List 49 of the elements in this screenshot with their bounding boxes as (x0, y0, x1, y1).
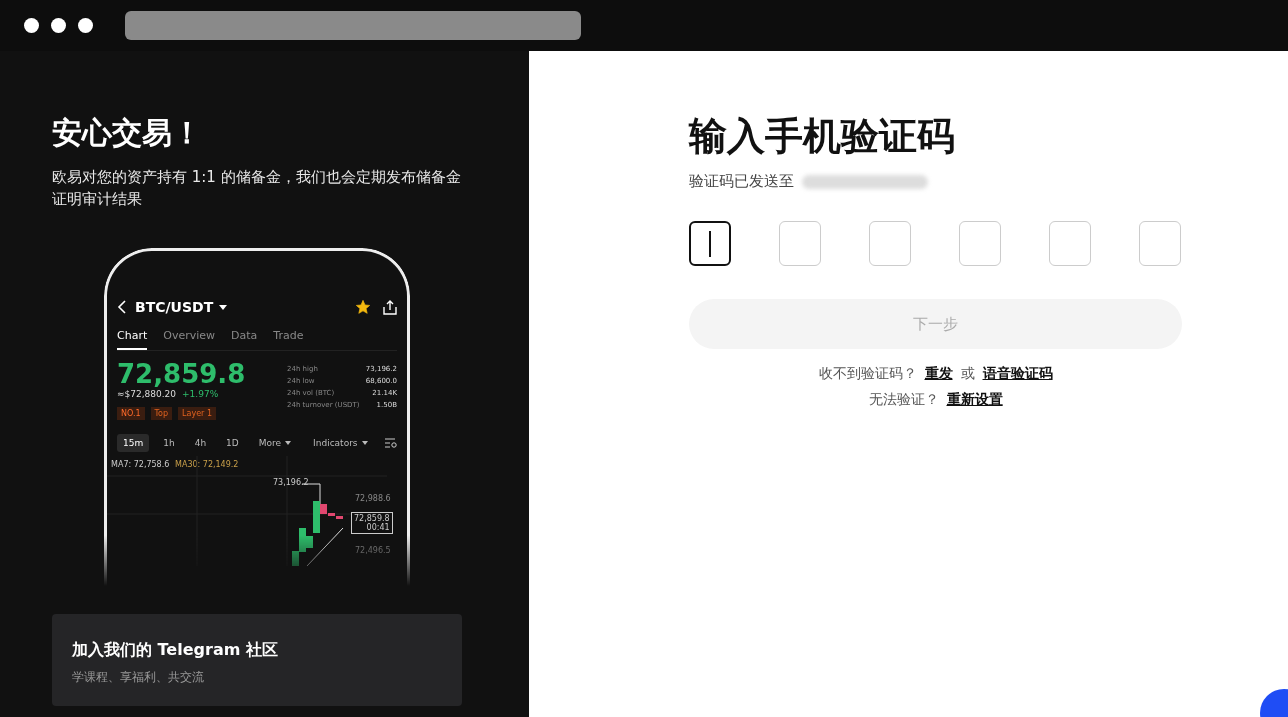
promo-text: 欧易对您的资产持有 1:1 的储备金，我们也会定期发布储备金证明审计结果 (52, 167, 462, 210)
share-icon[interactable] (383, 299, 397, 315)
interval-tab[interactable]: 15m (117, 434, 150, 452)
interval-tab[interactable]: 1D (220, 434, 245, 452)
reset-link[interactable]: 重新设置 (946, 391, 1003, 409)
caret-icon[interactable] (285, 441, 292, 445)
help-text: 收不到验证码？ (818, 365, 917, 383)
code-input[interactable] (689, 221, 731, 266)
promo-title: 安心交易！ (52, 114, 203, 152)
ma7-label: MA7: 72,758.6 (111, 460, 170, 469)
axis-label: 72,496.5 (355, 546, 391, 555)
more-menu[interactable]: More (258, 438, 282, 448)
window-dot[interactable] (24, 18, 39, 33)
high-label: 73,196.2 (273, 478, 309, 487)
price-change: +1.97% (182, 389, 219, 399)
indicators-menu[interactable]: Indicators (313, 438, 358, 448)
chart-tab[interactable]: Trade (273, 329, 304, 350)
resend-link[interactable]: 重发 (924, 365, 953, 383)
price-marker: 72,859.8 00:41 (351, 512, 393, 534)
voice-code-link[interactable]: 语音验证码 (982, 365, 1053, 383)
pair-title[interactable]: BTC/USDT (135, 299, 214, 315)
chart-tab[interactable]: Chart (117, 329, 148, 350)
window-dot[interactable] (51, 18, 66, 33)
help-text: 无法验证？ (868, 391, 939, 409)
last-price: 72,859.8 (117, 359, 246, 389)
card-subtitle: 学课程、享福利、共交流 (72, 669, 205, 686)
caret-icon[interactable] (361, 441, 368, 445)
interval-tab[interactable]: 4h (188, 434, 213, 452)
community-card[interactable]: 加入我们的 Telegram 社区 学课程、享福利、共交流 (52, 614, 462, 706)
sent-to-text: 验证码已发送至 (689, 172, 794, 191)
chart-tab[interactable]: Overview (163, 329, 216, 350)
card-title: 加入我们的 Telegram 社区 (72, 640, 279, 661)
caret-icon[interactable] (219, 304, 228, 310)
fiat-price: ≈$72,880.20 (117, 389, 177, 399)
axis-label: 72,988.6 (355, 494, 391, 503)
back-icon[interactable] (117, 300, 127, 314)
or-text: 或 (960, 365, 975, 383)
ma30-label: MA30: 72,149.2 (175, 460, 239, 469)
page-title: 输入手机验证码 (689, 113, 956, 160)
text-cursor (709, 230, 711, 257)
star-icon[interactable] (355, 299, 371, 315)
moving-average-line (306, 527, 344, 566)
chart-tab[interactable]: Data (231, 329, 258, 350)
window-dot[interactable] (78, 18, 93, 33)
token-tag: Layer 1 (178, 407, 217, 420)
token-tag: Top (150, 407, 173, 420)
settings-icon[interactable] (385, 438, 397, 448)
token-tag: NO.1 (117, 407, 145, 420)
interval-tab[interactable]: 1h (157, 434, 181, 452)
